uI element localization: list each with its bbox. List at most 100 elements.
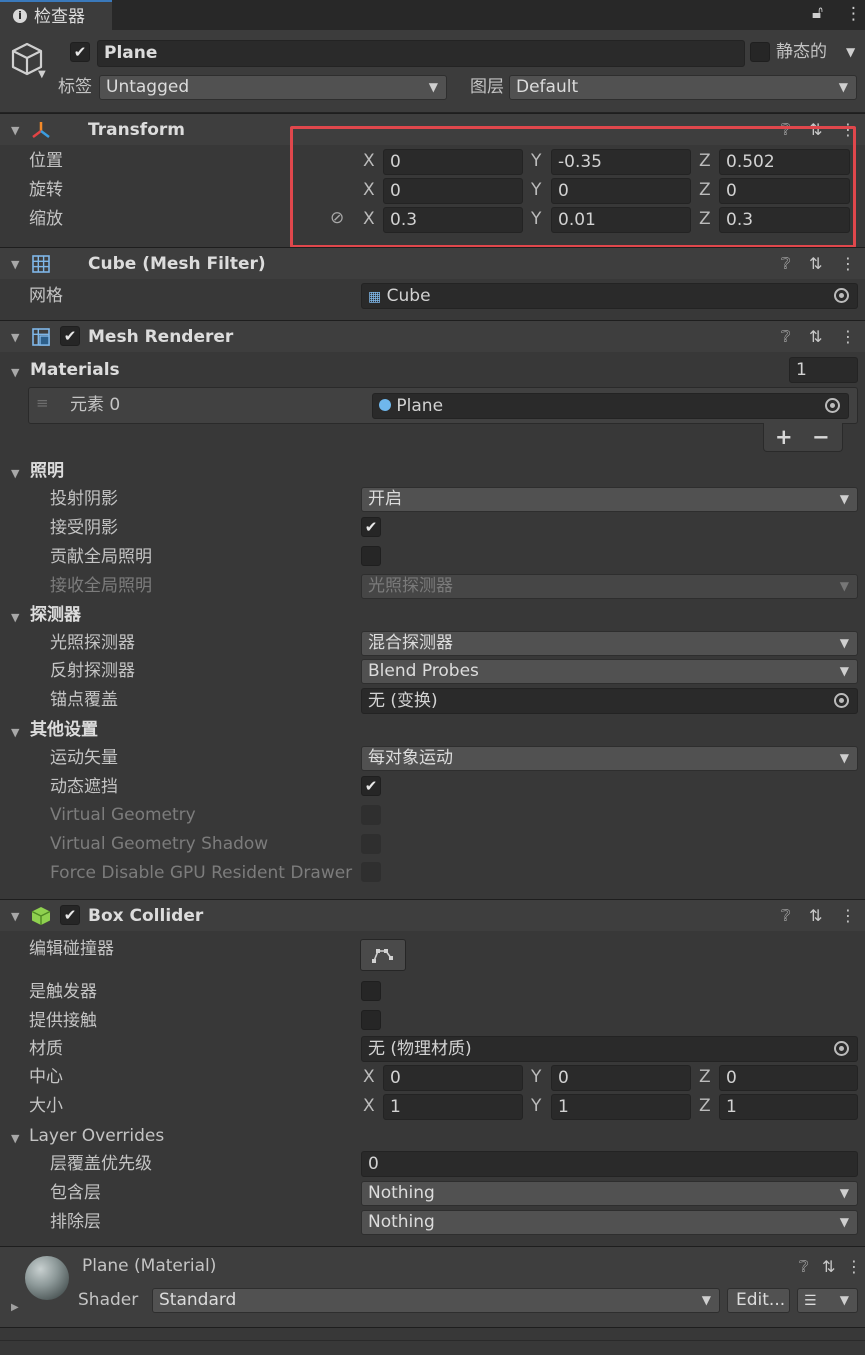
size-y-input[interactable]: 1 — [551, 1094, 691, 1120]
axis-z-label: Z — [699, 180, 711, 200]
edit-collider-label: 编辑碰撞器 — [29, 939, 114, 959]
include-layers-dropdown[interactable]: Nothing ▼ — [361, 1181, 858, 1206]
mesh-renderer-enabled-checkbox[interactable]: ✔ — [60, 326, 80, 346]
preset-icon[interactable]: ⇅ — [809, 327, 822, 346]
contribute-gi-checkbox[interactable] — [361, 546, 381, 566]
help-icon[interactable]: ❔︎ — [799, 1257, 809, 1277]
exclude-layers-dropdown[interactable]: Nothing ▼ — [361, 1210, 858, 1235]
help-icon[interactable]: ❔︎ — [781, 254, 791, 274]
cast-shadows-dropdown[interactable]: 开启 ▼ — [361, 487, 858, 512]
edit-collider-button[interactable] — [360, 939, 406, 971]
tab-bar — [0, 0, 865, 30]
component-menu-icon[interactable]: ⋮ — [840, 327, 856, 346]
shader-label: Shader — [78, 1290, 139, 1310]
anchor-override-label: 锚点覆盖 — [50, 690, 118, 710]
object-picker-icon[interactable] — [834, 693, 849, 708]
box-collider-enabled-checkbox[interactable]: ✔ — [60, 905, 80, 925]
rotation-label: 旋转 — [29, 180, 63, 200]
object-picker-icon[interactable] — [825, 398, 840, 413]
tag-dropdown[interactable]: Untagged ▼ — [99, 75, 447, 100]
scale-x-input[interactable]: 0.3 — [383, 207, 523, 233]
icon-dropdown-arrow[interactable]: ▼ — [38, 70, 46, 80]
size-x-input[interactable]: 1 — [383, 1094, 523, 1120]
probes-fold-icon[interactable]: ▼ — [11, 611, 19, 624]
position-y-input[interactable]: -0.35 — [551, 149, 691, 175]
virtual-geometry-checkbox — [361, 805, 381, 825]
virtual-geometry-shadow-label: Virtual Geometry Shadow — [50, 834, 269, 854]
lighting-fold-icon[interactable]: ▼ — [11, 467, 19, 480]
static-checkbox[interactable] — [750, 42, 770, 62]
center-x-input[interactable]: 0 — [383, 1065, 523, 1091]
shader-edit-button[interactable]: Edit... — [727, 1288, 790, 1313]
lock-icon[interactable]: 🔓︎ — [812, 5, 823, 22]
materials-count-input[interactable]: 1 — [789, 357, 858, 383]
chevron-down-icon: ▼ — [839, 579, 849, 593]
position-z-input[interactable]: 0.502 — [719, 149, 850, 175]
material-expand-arrow[interactable]: ▶ — [11, 1303, 19, 1313]
element-0-material-field[interactable]: Plane — [372, 393, 849, 419]
light-probes-dropdown[interactable]: 混合探测器 ▼ — [361, 631, 858, 656]
component-menu-icon[interactable]: ⋮ — [840, 906, 856, 925]
is-trigger-checkbox[interactable] — [361, 981, 381, 1001]
rotation-z-input[interactable]: 0 — [719, 178, 850, 204]
motion-vectors-dropdown[interactable]: 每对象运动 ▼ — [361, 746, 858, 771]
axis-y-label: Y — [531, 180, 542, 200]
component-menu-icon[interactable]: ⋮ — [840, 254, 856, 273]
layer-dropdown[interactable]: Default ▼ — [509, 75, 857, 100]
rotation-x-input[interactable]: 0 — [383, 178, 523, 204]
size-label: 大小 — [29, 1096, 63, 1116]
fold-arrow-icon[interactable]: ▼ — [11, 331, 19, 344]
shader-options-dropdown[interactable]: ☰ ▼ — [797, 1288, 858, 1313]
component-menu-icon[interactable]: ⋮ — [846, 1257, 862, 1276]
center-z-input[interactable]: 0 — [719, 1065, 858, 1091]
object-name-input[interactable]: Plane — [97, 40, 745, 67]
mesh-filter-header[interactable]: ▼ Cube (Mesh Filter) ❔︎ ⇅ ⋮ — [0, 247, 865, 279]
edit-collider-icon — [372, 949, 393, 963]
object-active-checkbox[interactable]: ✔ — [70, 42, 90, 62]
help-icon[interactable]: ❔︎ — [781, 906, 791, 926]
preset-icon[interactable]: ⇅ — [809, 254, 822, 273]
dynamic-occlusion-checkbox[interactable]: ✔ — [361, 776, 381, 796]
help-icon[interactable]: ❔︎ — [781, 327, 791, 347]
center-y-input[interactable]: 0 — [551, 1065, 691, 1091]
fold-arrow-icon[interactable]: ▼ — [11, 124, 19, 137]
physics-material-field[interactable]: 无 (物理材质) — [361, 1036, 858, 1062]
more-menu-icon[interactable]: ⋮ — [845, 6, 862, 23]
scale-y-input[interactable]: 0.01 — [551, 207, 691, 233]
static-label: 静态的 — [776, 42, 827, 62]
size-z-input[interactable]: 1 — [719, 1094, 858, 1120]
rotation-y-input[interactable]: 0 — [551, 178, 691, 204]
layer-overrides-fold-icon[interactable]: ▼ — [11, 1132, 19, 1145]
mesh-object-field[interactable]: ▦ Cube — [361, 283, 858, 309]
provides-contacts-checkbox[interactable] — [361, 1010, 381, 1030]
scale-z-input[interactable]: 0.3 — [719, 207, 850, 233]
axis-x-label: X — [363, 151, 375, 171]
materials-fold-icon[interactable]: ▼ — [11, 366, 19, 379]
object-picker-icon[interactable] — [834, 1041, 849, 1056]
box-collider-header[interactable]: ▼ ✔ Box Collider ❔︎ ⇅ ⋮ — [0, 899, 865, 931]
list-options-icon: ☰ — [804, 1293, 817, 1309]
shader-dropdown[interactable]: Standard ▼ — [152, 1288, 720, 1313]
material-preview-sphere[interactable] — [25, 1256, 69, 1300]
static-dropdown-arrow[interactable]: ▼ — [846, 46, 855, 58]
layer-overrides-title: Layer Overrides — [29, 1126, 165, 1146]
fold-arrow-icon[interactable]: ▼ — [11, 258, 19, 271]
tab-inspector[interactable]: i 检查器 — [0, 0, 112, 30]
position-x-input[interactable]: 0 — [383, 149, 523, 175]
reflection-probes-dropdown[interactable]: Blend Probes ▼ — [361, 659, 858, 684]
preset-icon[interactable]: ⇅ — [822, 1257, 835, 1276]
remove-element-button[interactable]: − — [812, 427, 830, 448]
cast-shadows-label: 投射阴影 — [50, 489, 118, 509]
layer-priority-input[interactable]: 0 — [361, 1151, 858, 1177]
drag-handle-icon[interactable]: ≡ — [36, 396, 49, 411]
other-settings-fold-icon[interactable]: ▼ — [11, 726, 19, 739]
info-icon: i — [13, 9, 27, 23]
fold-arrow-icon[interactable]: ▼ — [11, 910, 19, 923]
add-element-button[interactable]: + — [775, 427, 793, 448]
anchor-override-field[interactable]: 无 (变换) — [361, 688, 858, 714]
receive-shadows-checkbox[interactable]: ✔ — [361, 517, 381, 537]
receive-shadows-label: 接受阴影 — [50, 518, 118, 538]
object-picker-icon[interactable] — [834, 288, 849, 303]
mesh-renderer-header[interactable]: ▼ ✔ Mesh Renderer ❔︎ ⇅ ⋮ — [0, 320, 865, 352]
preset-icon[interactable]: ⇅ — [809, 906, 822, 925]
